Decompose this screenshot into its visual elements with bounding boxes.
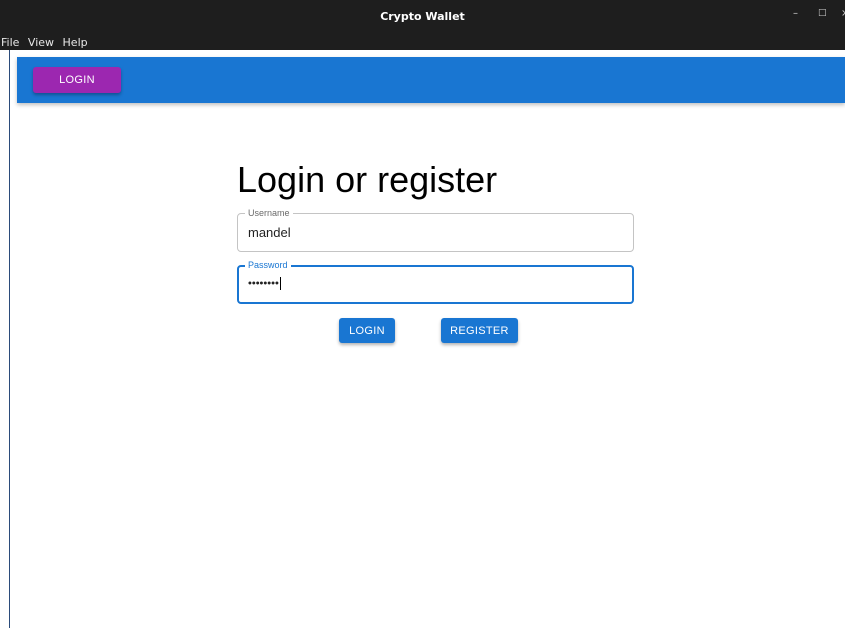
- username-label: Username: [245, 207, 293, 219]
- maximize-icon[interactable]: □: [818, 8, 827, 18]
- app-content: [0, 50, 845, 628]
- register-button[interactable]: REGISTER: [441, 318, 518, 343]
- page-title: Login or register: [237, 159, 498, 200]
- username-field[interactable]: Username mandel: [237, 207, 634, 252]
- menu-help[interactable]: Help: [63, 36, 88, 49]
- window-title: Crypto Wallet: [380, 10, 465, 23]
- password-field[interactable]: Password ••••••••: [237, 259, 634, 304]
- login-button[interactable]: LOGIN: [339, 318, 395, 343]
- password-masked-value: ••••••••: [248, 277, 279, 290]
- password-label: Password: [245, 259, 291, 271]
- menu-view[interactable]: View: [28, 36, 54, 49]
- text-caret: [279, 277, 281, 290]
- close-icon[interactable]: ×: [841, 8, 845, 19]
- window-left-border: [9, 50, 10, 628]
- app-bar: LOGIN: [17, 57, 845, 103]
- menu-bar: File View Help: [0, 36, 93, 50]
- appbar-login-button[interactable]: LOGIN: [33, 67, 121, 93]
- username-input[interactable]: mandel: [248, 225, 623, 240]
- password-input[interactable]: ••••••••: [248, 277, 622, 290]
- minimize-icon[interactable]: –: [793, 8, 798, 19]
- window-titlebar: Crypto Wallet – □ × File View Help: [0, 0, 845, 50]
- menu-file[interactable]: File: [1, 36, 19, 49]
